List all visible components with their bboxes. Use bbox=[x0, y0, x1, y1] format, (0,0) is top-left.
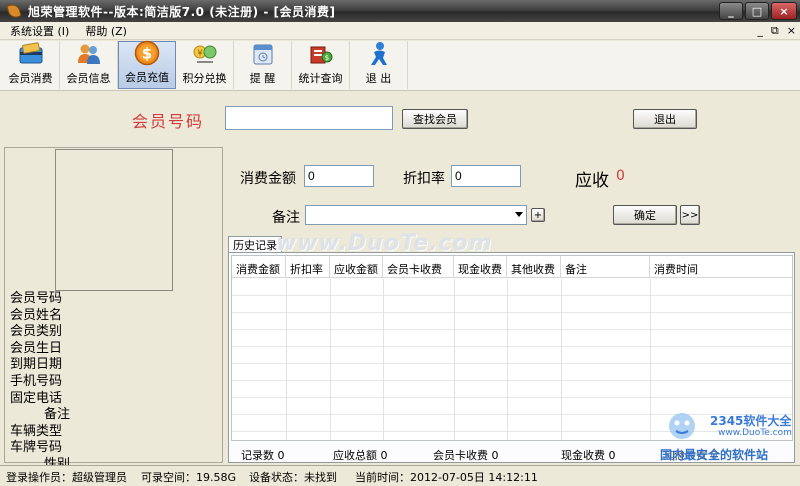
info-label: 手机号码 bbox=[10, 373, 63, 389]
status-operator: 登录操作员：超级管理员 bbox=[6, 471, 127, 484]
info-label: 会员类别 bbox=[10, 324, 63, 340]
minimize-button[interactable]: _ bbox=[719, 2, 743, 20]
column-header[interactable]: 消费金额 bbox=[232, 256, 286, 277]
exit-person-icon bbox=[365, 41, 393, 67]
history-panel: 消费金额 折扣率 应收金额 会员卡收费 现金收费 其他收费 备注 消费时间 记录… bbox=[228, 252, 795, 463]
column-header[interactable]: 折扣率 bbox=[286, 256, 330, 277]
gift-icon: ¥ bbox=[191, 41, 219, 67]
column-header[interactable]: 备注 bbox=[561, 256, 650, 277]
search-area: 会员号码 查找会员 退出 bbox=[0, 92, 800, 146]
app-leaf-icon bbox=[6, 2, 22, 20]
tool-reminder[interactable]: 提 醒 bbox=[234, 41, 292, 89]
reminder-icon bbox=[249, 41, 277, 67]
record-count: 记录数 0 bbox=[241, 449, 285, 462]
mdi-controls: _ ⧉ × bbox=[757, 24, 796, 38]
member-number-label: 会员号码 bbox=[132, 112, 205, 131]
member-info-panel: 会员号码 会员姓名 会员类别 会员生日 到期日期 手机号码 固定电话 备注 车辆… bbox=[4, 147, 223, 472]
exit-button[interactable]: 退出 bbox=[633, 109, 697, 129]
history-summary: 记录数 0 应收总额 0 会员卡收费 0 现金收费 0 其他收费 0 bbox=[229, 444, 794, 462]
next-button[interactable]: >> bbox=[680, 205, 700, 225]
member-info-list: 会员号码 会员姓名 会员类别 会员生日 到期日期 手机号码 固定电话 备注 车辆… bbox=[10, 291, 210, 474]
receivable-total: 应收总额 0 bbox=[333, 449, 388, 462]
member-photo bbox=[55, 149, 173, 291]
tab-history[interactable]: 历史记录 bbox=[228, 236, 282, 253]
stats-icon: $ bbox=[307, 41, 335, 67]
column-header[interactable]: 会员卡收费 bbox=[383, 256, 454, 277]
confirm-button[interactable]: 确定 bbox=[613, 205, 677, 225]
window-title: 旭荣管理软件--版本:简洁版7.0 (未注册) - [会员消费] bbox=[28, 4, 336, 19]
menu-help[interactable]: 帮助 (Z) bbox=[75, 23, 133, 39]
info-label: 会员号码 bbox=[10, 291, 63, 306]
receivable-value: 0 bbox=[616, 168, 625, 184]
tool-points-exchange[interactable]: ¥ 积分兑换 bbox=[176, 41, 234, 89]
info-label: 备注 bbox=[44, 407, 71, 423]
svg-text:$: $ bbox=[142, 45, 152, 63]
tool-exit[interactable]: 退 出 bbox=[350, 41, 408, 89]
find-member-button[interactable]: 查找会员 bbox=[402, 109, 468, 129]
mdi-restore-button[interactable]: ⧉ bbox=[771, 24, 779, 38]
cash-total: 现金收费 0 bbox=[561, 449, 616, 462]
grid-header: 消费金额 折扣率 应收金额 会员卡收费 现金收费 其他收费 备注 消费时间 bbox=[232, 256, 792, 278]
status-space: 可录空间：19.58G bbox=[141, 471, 237, 484]
history-grid[interactable]: 消费金额 折扣率 应收金额 会员卡收费 现金收费 其他收费 备注 消费时间 bbox=[231, 255, 793, 441]
dollar-coin-icon: $ bbox=[133, 40, 161, 66]
info-label: 到期日期 bbox=[10, 357, 63, 373]
other-total: 其他收费 0 bbox=[663, 449, 718, 462]
tool-member-info[interactable]: 会员信息 bbox=[60, 41, 118, 89]
tool-statistics[interactable]: $ 统计查询 bbox=[292, 41, 350, 89]
maximize-button[interactable]: □ bbox=[745, 2, 769, 20]
info-label: 会员姓名 bbox=[10, 307, 63, 323]
grid-column-lines bbox=[232, 279, 792, 440]
remark-label: 备注 bbox=[272, 210, 300, 226]
add-remark-button[interactable]: + bbox=[531, 208, 545, 222]
mdi-close-button[interactable]: × bbox=[787, 24, 796, 38]
info-label: 固定电话 bbox=[10, 390, 63, 406]
column-header[interactable]: 现金收费 bbox=[454, 256, 507, 277]
status-bar: 登录操作员：超级管理员 可录空间：19.58G 设备状态：未找到 当前时间：20… bbox=[0, 465, 800, 486]
close-button[interactable]: × bbox=[771, 2, 797, 20]
tool-label: 会员充值 bbox=[125, 71, 169, 84]
tool-label: 会员消费 bbox=[8, 72, 53, 85]
info-label: 车辆类型 bbox=[10, 423, 63, 439]
card-total: 会员卡收费 0 bbox=[433, 449, 499, 462]
svg-text:$: $ bbox=[324, 54, 328, 62]
amount-label: 消费金额 bbox=[240, 171, 296, 187]
menu-bar: 系统设置 (I) 帮助 (Z) _ ⧉ × bbox=[0, 22, 800, 40]
menu-system-settings[interactable]: 系统设置 (I) bbox=[0, 23, 75, 39]
tool-label: 会员信息 bbox=[66, 72, 111, 85]
tool-member-consume[interactable]: 会员消费 bbox=[2, 41, 60, 89]
tool-label: 退 出 bbox=[365, 72, 392, 85]
status-time: 当前时间：2012-07-05日 14:12:11 bbox=[355, 471, 538, 484]
status-device: 设备状态：未找到 bbox=[249, 471, 337, 484]
users-icon bbox=[75, 41, 103, 67]
tool-label: 提 醒 bbox=[249, 72, 276, 85]
discount-input[interactable] bbox=[451, 165, 521, 187]
mdi-minimize-button[interactable]: _ bbox=[757, 24, 763, 38]
info-label: 车牌号码 bbox=[10, 440, 63, 456]
column-header[interactable]: 应收金额 bbox=[330, 256, 383, 277]
column-header[interactable]: 其他收费 bbox=[507, 256, 561, 277]
amount-input[interactable] bbox=[304, 165, 374, 187]
dropdown-arrow-icon[interactable] bbox=[515, 212, 523, 217]
tool-member-recharge[interactable]: $ 会员充值 bbox=[118, 40, 176, 89]
remark-select[interactable] bbox=[305, 205, 527, 225]
toolbar: 会员消费 会员信息 $ 会员充值 ¥ 积分兑换 提 醒 $ 统计查询 退 出 bbox=[0, 40, 800, 91]
column-header[interactable]: 消费时间 bbox=[650, 256, 792, 277]
tool-label: 统计查询 bbox=[298, 72, 343, 85]
svg-text:¥: ¥ bbox=[197, 49, 202, 58]
receivable-label: 应收 bbox=[575, 171, 609, 191]
title-bar: 旭荣管理软件--版本:简洁版7.0 (未注册) - [会员消费] _ □ × bbox=[0, 0, 800, 22]
tool-label: 积分兑换 bbox=[182, 72, 227, 85]
info-label: 会员生日 bbox=[10, 340, 63, 356]
card-icon bbox=[17, 41, 45, 67]
window-controls: _ □ × bbox=[719, 2, 797, 20]
member-number-input[interactable] bbox=[225, 106, 393, 130]
discount-label: 折扣率 bbox=[403, 171, 445, 187]
